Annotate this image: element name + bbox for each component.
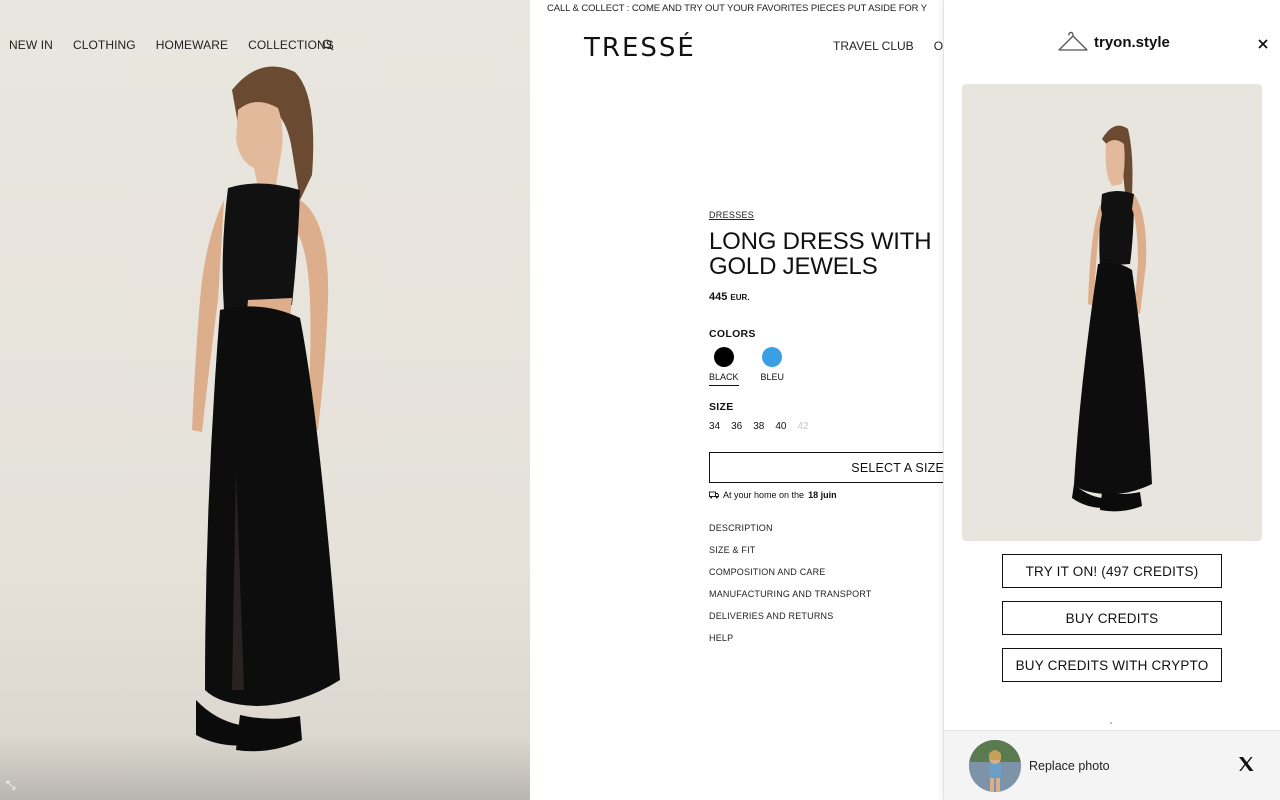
size-option[interactable]: 36	[731, 421, 742, 432]
product-price: 445 EUR.	[709, 291, 945, 303]
brand-logo[interactable]: TRESSÉ	[584, 33, 696, 63]
tryon-footer: Replace photo	[944, 730, 1280, 800]
buy-credits-button[interactable]: BUY CREDITS	[1002, 601, 1222, 635]
tryon-header: tryon.style	[1057, 30, 1170, 54]
accordion-help[interactable]: HELP	[709, 627, 945, 649]
product-hero-image[interactable]: ⤡	[0, 0, 530, 800]
size-option[interactable]: 34	[709, 421, 720, 432]
avatar[interactable]	[969, 740, 1021, 792]
expand-icon[interactable]: ⤡	[6, 778, 20, 792]
product-details: DRESSES LONG DRESS WITH GOLD JEWELS 445 …	[709, 210, 945, 649]
announcement-bar[interactable]: CALL & COLLECT : COME AND TRY OUT YOUR F…	[547, 3, 943, 14]
buy-credits-crypto-button[interactable]: BUY CREDITS WITH CRYPTO	[1002, 648, 1222, 682]
search-icon[interactable]	[322, 39, 334, 51]
product-title: LONG DRESS WITH GOLD JEWELS	[709, 228, 932, 280]
model-illustration	[192, 66, 340, 752]
replace-photo-link[interactable]: Replace photo	[1029, 759, 1110, 773]
nav-item-homeware[interactable]: HOMEWARE	[156, 38, 228, 52]
tryon-brand: tryon.style	[1094, 33, 1170, 51]
secondary-nav: TRAVEL CLUB OUR	[833, 39, 943, 53]
color-dot	[762, 347, 783, 367]
size-options: 34 36 38 40 42	[709, 421, 945, 432]
color-name: BLEU	[760, 372, 785, 382]
truck-icon	[709, 491, 719, 499]
size-option[interactable]: 38	[753, 421, 764, 432]
color-swatches: BLACK BLEU	[709, 347, 945, 386]
user-photo	[969, 740, 1021, 792]
preview-model-illustration	[1072, 125, 1152, 512]
accordion-manufacturing[interactable]: MANUFACTURING AND TRANSPORT	[709, 583, 945, 605]
divider-dot	[1110, 722, 1112, 724]
color-dot	[713, 347, 734, 367]
try-it-on-button[interactable]: TRY IT ON! (497 CREDITS)	[1002, 554, 1222, 588]
nav-item-clothing[interactable]: CLOTHING	[73, 38, 136, 52]
size-option[interactable]: 40	[775, 421, 786, 432]
accordion-description[interactable]: DESCRIPTION	[709, 517, 945, 539]
select-size-button[interactable]: SELECT A SIZE	[709, 452, 945, 483]
product-accordion: DESCRIPTION SIZE & FIT COMPOSITION AND C…	[709, 517, 945, 649]
delivery-text: At your home on the	[723, 490, 805, 500]
price-value: 445	[709, 291, 728, 303]
delivery-info: At your home on the 18 juin	[709, 490, 945, 500]
color-swatch-bleu[interactable]: BLEU	[760, 347, 785, 386]
size-label: SIZE	[709, 401, 734, 413]
accordion-size-fit[interactable]: SIZE & FIT	[709, 539, 945, 561]
color-swatch-black[interactable]: BLACK	[709, 347, 739, 386]
nav-item-new-in[interactable]: NEW IN	[9, 38, 53, 52]
category-link[interactable]: DRESSES	[709, 210, 945, 220]
tryon-preview-image	[962, 84, 1262, 541]
accordion-deliveries[interactable]: DELIVERIES AND RETURNS	[709, 605, 945, 627]
main-nav: NEW IN CLOTHING HOMEWARE COLLECTIONS	[9, 38, 334, 52]
hanger-icon	[1058, 31, 1088, 51]
size-option-unavailable: 42	[797, 421, 809, 432]
accordion-composition[interactable]: COMPOSITION AND CARE	[709, 561, 945, 583]
delivery-date: 18 juin	[808, 490, 837, 500]
x-logo-icon[interactable]	[1237, 755, 1255, 773]
price-currency: EUR.	[730, 293, 750, 302]
nav-item-our[interactable]: OUR	[934, 39, 943, 53]
close-icon[interactable]	[1256, 37, 1270, 51]
colors-label: COLORS	[709, 328, 756, 340]
nav-item-travel-club[interactable]: TRAVEL CLUB	[833, 39, 914, 53]
tryon-panel: tryon.style TRY IT ON! (497 CREDITS) BUY…	[943, 0, 1280, 800]
color-name: BLACK	[709, 372, 739, 386]
